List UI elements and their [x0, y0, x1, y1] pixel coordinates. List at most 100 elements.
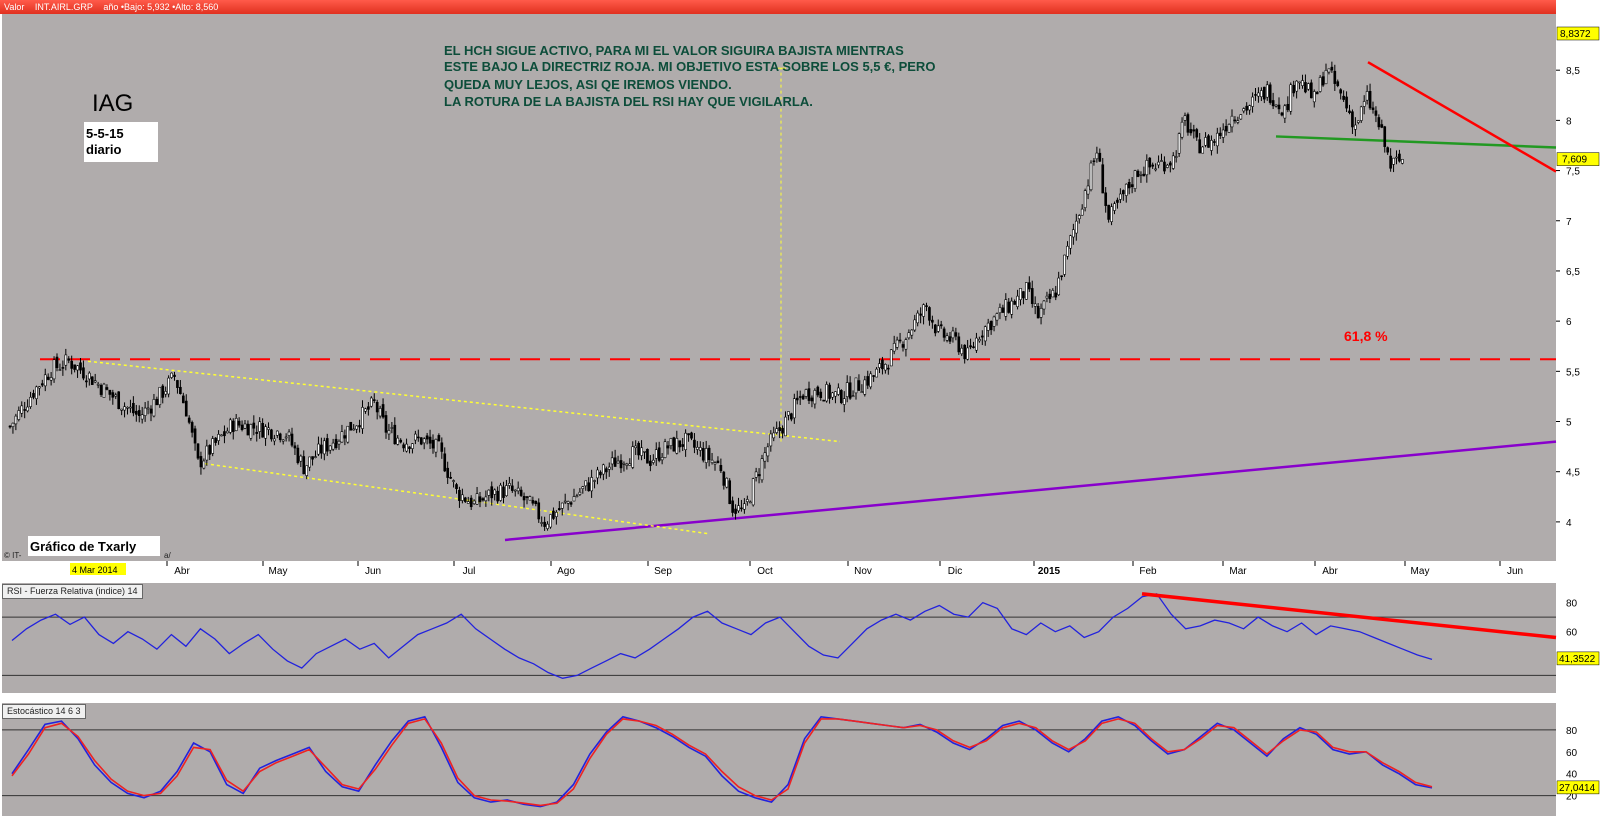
candle-body: [816, 386, 820, 396]
candle-body: [716, 460, 720, 464]
candle-body: [1048, 293, 1052, 300]
candle-body: [992, 316, 996, 327]
candle-body: [1042, 300, 1046, 310]
candle-body: [261, 422, 264, 438]
candle-body: [434, 438, 438, 453]
candle-body: [461, 494, 464, 501]
candle-body: [108, 389, 112, 395]
comment-line-1: EL HCH SIGUE ACTIVO, PARA MI EL VALOR SI…: [444, 43, 904, 58]
candle-body: [1348, 110, 1351, 114]
candle-body: [525, 496, 529, 498]
candle-body: [99, 385, 103, 395]
candle-body: [878, 363, 881, 368]
candle-body: [487, 489, 491, 496]
date-tick-label: Abr: [1322, 566, 1338, 577]
candle-body: [1207, 135, 1210, 148]
candle-body: [314, 456, 317, 458]
candle-body: [170, 372, 173, 378]
candle-body: [748, 501, 752, 504]
candle-body: [61, 367, 65, 369]
candle-body: [1321, 76, 1325, 86]
candle-body: [549, 514, 552, 528]
candle-body: [158, 386, 162, 406]
candle-body: [1186, 114, 1190, 133]
rsi-last-label: 41,3522: [1559, 654, 1596, 665]
candle-body: [161, 385, 165, 398]
candle-body: [654, 449, 658, 459]
candle-body: [1195, 129, 1199, 138]
candle-body: [587, 482, 591, 492]
candle-body: [798, 396, 802, 398]
candle-body: [857, 380, 861, 391]
candle-body: [795, 397, 799, 401]
candle-body: [1007, 301, 1011, 313]
candle-body: [369, 397, 373, 407]
candle-body: [1189, 129, 1193, 134]
chart-canvas: 4 4,5 5 5,5 6 6,5 7 7,5 8 8,5 8,8372 7,609 Abr May Ju…: [2, 14, 1600, 816]
stoch-plot-area: [2, 703, 1556, 816]
candle-body: [1324, 70, 1328, 85]
price-tick-label: 5: [1566, 418, 1572, 429]
candle-body: [90, 376, 94, 385]
candle-body: [552, 510, 555, 519]
candle-body: [1377, 117, 1381, 128]
candle-body: [575, 495, 579, 498]
candle-body: [469, 497, 473, 508]
candle-body: [593, 480, 596, 482]
candle-body: [913, 319, 917, 331]
candle-body: [105, 387, 109, 390]
fib-level-label: 61,8 %: [1344, 328, 1388, 344]
candle-body: [760, 458, 764, 481]
candle-body: [1054, 292, 1058, 298]
candle-body: [1257, 92, 1260, 97]
candle-body: [787, 411, 790, 416]
candle-body: [85, 380, 88, 383]
candle-body: [481, 498, 485, 501]
rsi-title: RSI - Fuerza Relativa (indice) 14: [2, 584, 143, 599]
candle-body: [390, 427, 394, 429]
candle-body: [607, 466, 611, 470]
candle-body: [1389, 155, 1392, 169]
candle-body: [290, 433, 294, 446]
candle-body: [822, 399, 826, 402]
candle-body: [440, 442, 444, 452]
candle-body: [1271, 100, 1275, 107]
candle-body: [375, 402, 379, 413]
candle-body: [317, 443, 320, 455]
candle-body: [1274, 104, 1278, 107]
candle-body: [690, 432, 693, 439]
candle-body: [328, 445, 332, 451]
candle-body: [919, 313, 922, 316]
candle-body: [1342, 95, 1345, 100]
price-tick-label: 7: [1566, 217, 1572, 228]
candle-body: [1260, 90, 1263, 98]
candle-body: [625, 463, 629, 466]
candle-body: [848, 382, 852, 399]
candle-body: [1283, 105, 1287, 119]
candle-body: [1345, 96, 1348, 109]
candle-body: [519, 489, 523, 496]
candle-body: [980, 335, 984, 338]
candle-body: [1116, 199, 1119, 203]
candle-body: [343, 435, 347, 439]
price-tick-label: 5,5: [1566, 367, 1580, 378]
price-tick-label: 8: [1566, 116, 1572, 127]
candle-body: [1101, 164, 1105, 194]
candle-body: [839, 390, 843, 404]
candle-body: [187, 417, 191, 423]
candle-body: [1224, 125, 1228, 132]
candle-body: [743, 503, 746, 510]
candle-body: [8, 425, 12, 428]
candle-body: [602, 464, 605, 475]
candle-body: [355, 425, 358, 430]
candle-body: [766, 446, 770, 457]
candle-body: [1380, 124, 1384, 128]
candle-body: [1013, 301, 1016, 305]
candle-body: [910, 329, 914, 336]
candle-body: [1027, 282, 1031, 290]
candle-body: [273, 438, 276, 442]
candle-body: [1339, 89, 1343, 94]
candle-body: [1301, 80, 1304, 86]
candle-body: [528, 496, 532, 501]
candle-body: [1171, 155, 1175, 169]
